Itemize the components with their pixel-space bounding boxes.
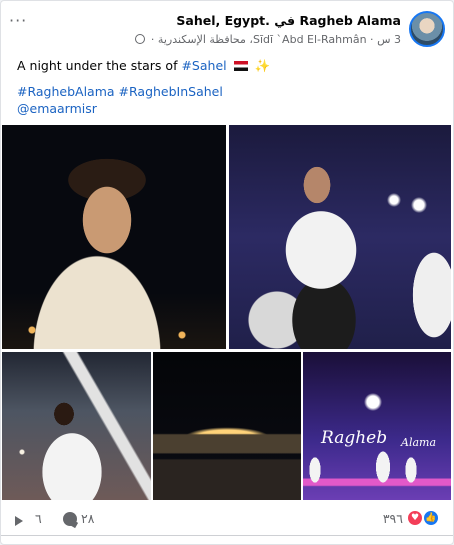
- photo-portrait-white-suit[interactable]: [2, 125, 226, 349]
- location-prefix: في: [274, 13, 296, 28]
- globe-icon: [135, 34, 146, 44]
- post-time[interactable]: 3 س: [377, 33, 401, 46]
- hashtag-raghebalama[interactable]: #RaghebAlama: [17, 84, 115, 99]
- comment-count-value: ٢٨: [81, 511, 95, 526]
- share-count[interactable]: ٦: [15, 511, 42, 526]
- share-icon: [15, 513, 31, 525]
- author-avatar[interactable]: [409, 11, 445, 47]
- hashtag-raghebinsahel[interactable]: #RaghebInSahel: [119, 84, 223, 99]
- post-footer: ٦ ٢٨ ٣٩٦ ♥ 👍: [13, 507, 441, 531]
- like-icon: 👍: [423, 510, 439, 526]
- divider: [1, 535, 453, 536]
- reaction-summary[interactable]: ٣٩٦ ♥ 👍: [383, 510, 439, 526]
- post-place: Sīdī `Abd El-Rahmân، محافظة الإسكندرية: [157, 33, 367, 46]
- more-options-icon[interactable]: ···: [9, 11, 27, 30]
- photo-stage-screen[interactable]: Ragheb Alama: [303, 352, 451, 500]
- share-count-value: ٦: [35, 511, 42, 526]
- mention-link[interactable]: @emaarmisr: [17, 100, 97, 117]
- post-meta: 3 س · Sīdī `Abd El-Rahmân، محافظة الإسكن…: [135, 33, 401, 46]
- egypt-flag-icon: [233, 61, 248, 71]
- stage-signature-second: Alama: [401, 436, 437, 449]
- stage-signature: Ragheb: [321, 428, 388, 448]
- love-icon: ♥: [407, 510, 423, 526]
- reaction-count-value: ٣٩٦: [382, 510, 403, 526]
- photo-stage-performance[interactable]: [229, 125, 451, 349]
- comment-icon: [63, 511, 77, 526]
- post-header: Sahel, Egypt. في Ragheb Alama 3 س · Sīdī…: [9, 9, 445, 51]
- location-name[interactable]: Sahel, Egypt.: [176, 13, 270, 28]
- comment-count[interactable]: ٢٨: [63, 511, 94, 526]
- photo-waving-crowd[interactable]: [2, 352, 151, 500]
- author-name[interactable]: Ragheb Alama: [299, 13, 401, 28]
- hashtags-line: #RaghebAlama #RaghebInSahel: [17, 83, 223, 100]
- author-line: Sahel, Egypt. في Ragheb Alama: [176, 13, 401, 28]
- post-card: Sahel, Egypt. في Ragheb Alama 3 س · Sīdī…: [0, 0, 454, 545]
- sparkles-icon: ✨: [254, 58, 271, 73]
- hashtag-sahel[interactable]: #Sahel: [181, 58, 226, 73]
- photo-venue-night[interactable]: [153, 352, 301, 500]
- caption-text: A night under the stars of: [17, 58, 182, 73]
- post-caption: A night under the stars of #Sahel ✨: [17, 57, 270, 74]
